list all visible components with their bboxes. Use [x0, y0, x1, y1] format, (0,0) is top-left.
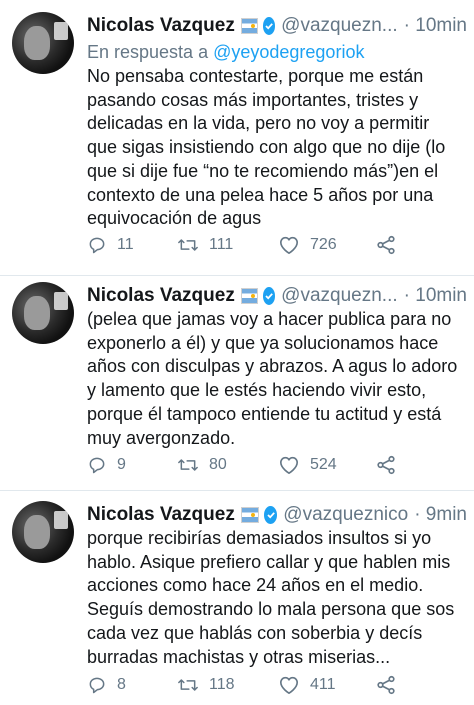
tweet-time: · 9min	[414, 504, 467, 525]
tweet-text: porque recibirías demasiados insultos si…	[87, 528, 455, 667]
tweet-actions: 8 118 411	[87, 674, 427, 696]
like-count: 726	[310, 236, 337, 253]
reply-button[interactable]: 11	[87, 234, 134, 256]
tweet-text: (pelea que jamas voy a hacer publica par…	[87, 309, 458, 448]
avatar[interactable]	[12, 501, 74, 563]
share-icon	[377, 235, 395, 255]
author-name[interactable]: Nicolas Vazquez	[87, 285, 235, 307]
share-button[interactable]	[375, 234, 407, 256]
reply-icon	[89, 677, 105, 694]
reply-button[interactable]: 8	[87, 674, 126, 696]
tweet[interactable]: Nicolas Vazquez @vazquezn... · 10min (pe…	[0, 282, 474, 482]
reply-button[interactable]: 9	[87, 454, 126, 476]
like-icon	[280, 676, 298, 694]
like-button[interactable]: 726	[278, 234, 337, 256]
tweet[interactable]: Nicolas Vazquez @vazqueznico · 9min porq…	[0, 501, 474, 701]
author-handle[interactable]: @vazquezn...	[281, 15, 397, 37]
reply-context: En respuesta a @yeyodegregoriok	[87, 42, 364, 63]
retweet-button[interactable]: 118	[177, 674, 235, 696]
tweet[interactable]: Nicolas Vazquez @vazquezn... · 10min En …	[0, 12, 474, 277]
author-handle[interactable]: @vazqueznico	[283, 504, 408, 526]
retweet-icon	[178, 239, 198, 251]
argentina-flag-icon	[240, 18, 258, 34]
tweet-divider	[0, 490, 474, 491]
tweet-header: Nicolas Vazquez @vazqueznico · 9min	[87, 501, 467, 529]
retweet-count: 80	[209, 456, 227, 473]
avatar[interactable]	[12, 12, 74, 74]
retweet-count: 118	[209, 676, 235, 693]
retweet-button[interactable]: 111	[177, 234, 233, 256]
like-icon	[280, 456, 298, 474]
tweet-text: No pensaba contestarte, porque me están …	[87, 66, 446, 229]
author-name[interactable]: Nicolas Vazquez	[87, 504, 235, 526]
verified-badge-icon	[262, 287, 276, 305]
tweet-header: Nicolas Vazquez @vazquezn... · 10min	[87, 12, 467, 40]
like-count: 411	[310, 676, 336, 693]
reply-prefix: En respuesta a	[87, 42, 209, 62]
retweet-icon	[178, 459, 198, 471]
tweet-header: Nicolas Vazquez @vazquezn... · 10min	[87, 282, 467, 310]
retweet-count: 111	[209, 236, 234, 253]
tweet-time: · 10min	[403, 15, 467, 36]
argentina-flag-icon	[240, 288, 258, 304]
avatar[interactable]	[12, 282, 74, 344]
author-handle[interactable]: @vazquezn...	[281, 285, 397, 307]
tweet-divider	[0, 275, 474, 276]
share-icon	[377, 675, 395, 695]
tweet-actions: 11 111 726	[87, 234, 427, 256]
reply-mention-link[interactable]: @yeyodegregoriok	[213, 42, 364, 62]
reply-icon	[89, 457, 105, 474]
retweet-icon	[178, 679, 198, 691]
tweet-time: · 10min	[403, 285, 467, 306]
share-icon	[377, 455, 395, 475]
like-button[interactable]: 411	[278, 674, 336, 696]
retweet-button[interactable]: 80	[177, 454, 227, 476]
verified-badge-icon	[262, 17, 276, 35]
like-count: 524	[310, 456, 337, 473]
argentina-flag-icon	[240, 507, 260, 523]
share-button[interactable]	[375, 454, 407, 476]
like-button[interactable]: 524	[278, 454, 337, 476]
tweet-actions: 9 80 524	[87, 454, 427, 476]
reply-count: 8	[117, 676, 126, 693]
like-icon	[280, 236, 298, 254]
author-name[interactable]: Nicolas Vazquez	[87, 15, 235, 37]
verified-badge-icon	[264, 506, 278, 524]
reply-icon	[89, 237, 105, 254]
share-button[interactable]	[375, 674, 407, 696]
reply-count: 9	[117, 456, 126, 473]
reply-count: 11	[117, 236, 134, 253]
